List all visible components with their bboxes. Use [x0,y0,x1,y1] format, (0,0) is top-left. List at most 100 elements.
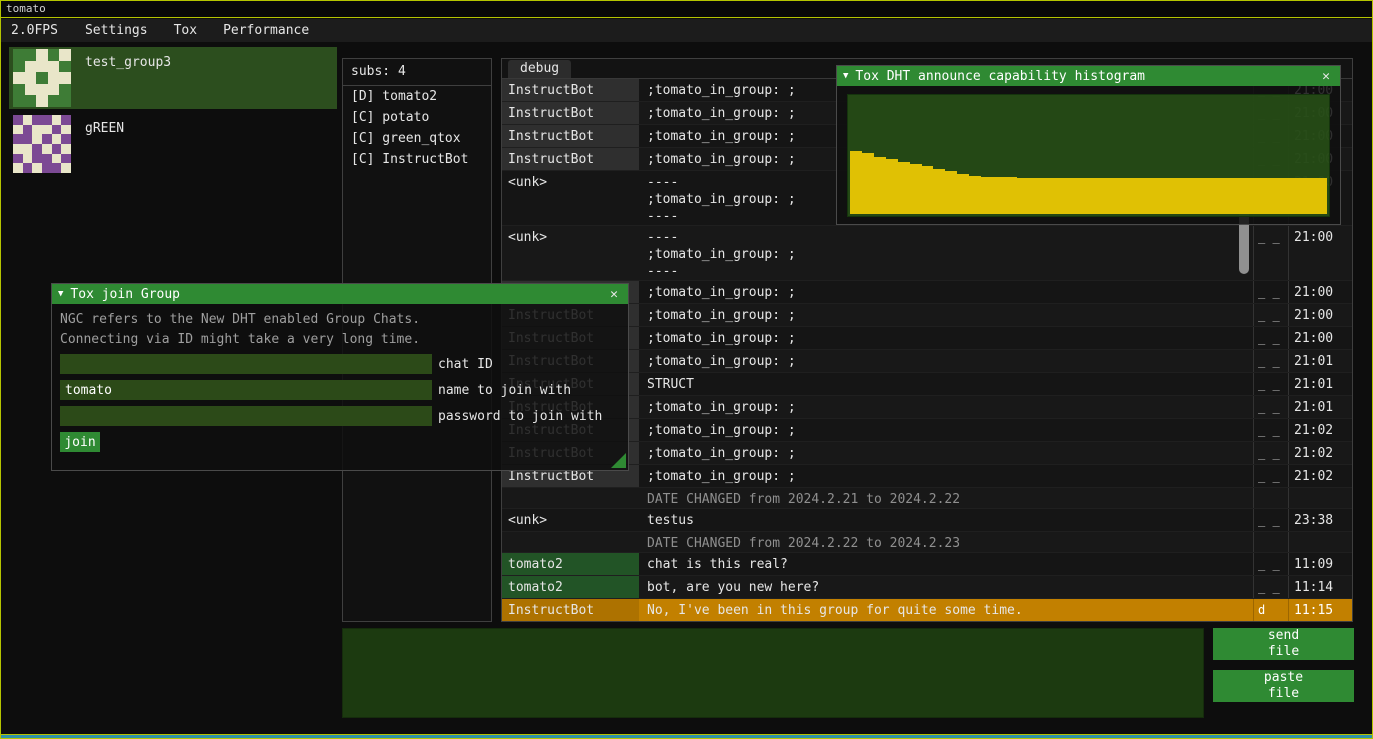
chat-row[interactable]: InstructBot;tomato_in_group: ;_ _21:02 [502,442,1352,465]
menu-settings[interactable]: Settings [72,19,161,42]
histogram-bar [1255,178,1267,214]
timestamp: 23:38 [1288,509,1352,531]
timestamp: 21:02 [1288,442,1352,464]
avatar-pixel [52,154,62,164]
join-group-body: NGC refers to the New DHT enabled Group … [52,304,628,458]
chat-row[interactable]: InstructBot;tomato_in_group: ;_ _21:00 [502,281,1352,304]
join-group-window: ▼ Tox join Group ✕ NGC refers to the New… [51,283,629,471]
join-info-line: NGC refers to the New DHT enabled Group … [60,310,620,330]
join-password-label: password to join with [438,409,602,424]
chat-id-input[interactable] [60,354,432,374]
group-item-gREEN[interactable]: gREEN [9,113,337,175]
message-text: bot, are you new here? [639,576,1253,598]
sender-name [502,532,639,552]
compose-input[interactable] [342,628,1204,718]
chat-row[interactable]: InstructBot;tomato_in_group: ;_ _21:00 [502,304,1352,327]
histogram-bar [1267,178,1279,214]
menubar: 2.0FPS Settings Tox Performance [1,19,1372,42]
avatar-pixel [23,125,33,135]
avatar-pixel [59,61,71,73]
receipt-flags: _ _ [1253,281,1288,303]
avatar-pixel [59,84,71,96]
group-avatar [13,115,71,173]
receipt-flags: _ _ [1253,442,1288,464]
histogram-bar [933,169,945,214]
chat-row[interactable]: InstructBotNo, I've been in this group f… [502,599,1352,621]
chat-row[interactable]: InstructBot;tomato_in_group: ;_ _21:01 [502,350,1352,373]
chat-row[interactable]: InstructBot;tomato_in_group: ;_ _21:02 [502,419,1352,442]
menu-tox[interactable]: Tox [161,19,210,42]
avatar-pixel [48,61,60,73]
collapse-arrow-icon[interactable]: ▼ [843,71,848,81]
avatar-pixel [23,154,33,164]
close-icon[interactable]: ✕ [1318,69,1334,84]
histogram-bar [1148,178,1160,214]
tab-debug[interactable]: debug [508,60,571,78]
chat-row[interactable]: <unk>---- ;tomato_in_group: ; ----_ _21:… [502,226,1352,281]
histogram-bar [1041,178,1053,214]
histogram-bar [969,176,981,214]
avatar-pixel [32,154,42,164]
histogram-bar [1279,178,1291,214]
histogram-bar [850,151,862,214]
histogram-bar [993,177,1005,214]
message-text: ;tomato_in_group: ; [639,465,1253,487]
chat-row[interactable]: tomato2chat is this real?_ _11:09 [502,553,1352,576]
join-name-input[interactable] [60,380,432,400]
avatar-pixel [52,115,62,125]
chat-row[interactable]: InstructBot;tomato_in_group: ;_ _21:01 [502,396,1352,419]
peer-item[interactable]: [D] tomato2 [343,86,491,107]
date-changed-text: DATE CHANGED from 2024.2.21 to 2024.2.22 [639,488,1253,508]
menu-performance[interactable]: Performance [210,19,322,42]
avatar-pixel [23,134,33,144]
histogram-bar [1136,178,1148,214]
join-group-titlebar[interactable]: ▼ Tox join Group ✕ [52,284,628,304]
histogram-bar [1065,178,1077,214]
avatar-pixel [13,134,23,144]
group-name: gREEN [85,121,124,136]
chat-row[interactable]: tomato2bot, are you new here?_ _11:14 [502,576,1352,599]
message-text: STRUCT [639,373,1253,395]
resize-grip[interactable] [611,453,626,468]
histogram-bar [1100,178,1112,214]
avatar-pixel [25,61,37,73]
join-button[interactable]: join [60,432,100,452]
histogram-bar [945,171,957,214]
peer-item[interactable]: [C] green_qtox [343,128,491,149]
avatar-pixel [42,134,52,144]
chat-row[interactable]: InstructBot;tomato_in_group: ;_ _21:02 [502,465,1352,488]
join-password-input[interactable] [60,406,432,426]
avatar-pixel [13,115,23,125]
paste-file-button[interactable]: paste file [1213,670,1354,702]
timestamp: 21:01 [1288,350,1352,372]
peer-item[interactable]: [C] potato [343,107,491,128]
avatar-pixel [48,95,60,107]
chat-row[interactable]: <unk>testus_ _23:38 [502,509,1352,532]
avatar-pixel [59,72,71,84]
histogram-bar [1196,178,1208,214]
timestamp: 21:01 [1288,373,1352,395]
sender-name: <unk> [502,171,639,225]
collapse-arrow-icon[interactable]: ▼ [58,289,63,299]
chat-row[interactable]: InstructBot;tomato_in_group: ;_ _21:00 [502,327,1352,350]
dht-histogram-titlebar[interactable]: ▼ Tox DHT announce capability histogram … [837,66,1340,86]
message-text: ;tomato_in_group: ; [639,396,1253,418]
sender-name: InstructBot [502,102,639,124]
histogram-bar [1243,178,1255,214]
sender-name: InstructBot [502,79,639,101]
message-text: ;tomato_in_group: ; [639,281,1253,303]
histogram-bar [886,159,898,214]
window-titlebar[interactable]: tomato [1,1,1372,18]
avatar-pixel [36,72,48,84]
date-separator[interactable]: DATE CHANGED from 2024.2.21 to 2024.2.22 [502,488,1352,509]
chat-row[interactable]: InstructBotSTRUCT_ _21:01 [502,373,1352,396]
peer-item[interactable]: [C] InstructBot [343,149,491,170]
avatar-pixel [13,154,23,164]
date-separator[interactable]: DATE CHANGED from 2024.2.22 to 2024.2.23 [502,532,1352,553]
avatar-pixel [32,115,42,125]
group-item-test_group3[interactable]: test_group3 [9,47,337,109]
avatar-pixel [23,144,33,154]
send-file-button[interactable]: send file [1213,628,1354,660]
close-icon[interactable]: ✕ [606,287,622,302]
receipt-flags: d [1253,599,1288,621]
